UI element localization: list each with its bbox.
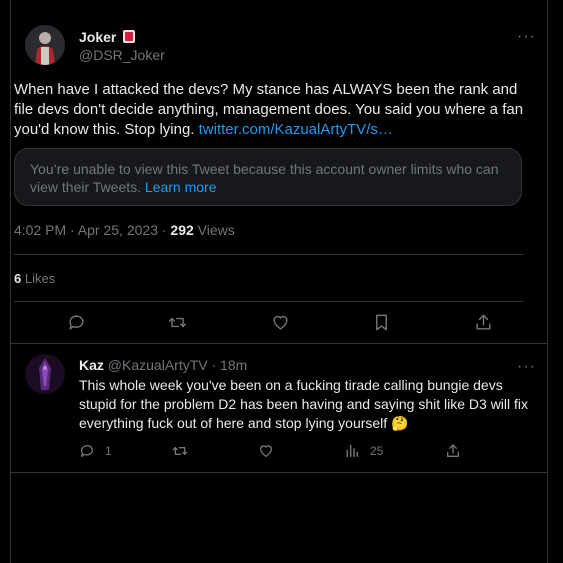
learn-more-link[interactable]: Learn more	[145, 179, 217, 195]
reply-header: Kaz @KazualArtyTV · 18m	[79, 357, 247, 373]
share-icon	[447, 444, 459, 457]
divider	[14, 301, 524, 302]
share-icon[interactable]	[471, 310, 495, 334]
divider	[14, 254, 524, 255]
author-display-name[interactable]: Joker	[79, 29, 116, 45]
share-action[interactable]	[445, 443, 461, 459]
reply-text: This whole week you've been on a fucking…	[79, 377, 529, 431]
more-icon[interactable]: ···	[517, 359, 536, 375]
divider	[10, 472, 548, 473]
reply-icon[interactable]	[64, 310, 88, 334]
views-icon	[346, 444, 359, 458]
kaz-avatar[interactable]	[25, 354, 65, 394]
heart-icon[interactable]	[268, 310, 292, 334]
more-icon[interactable]: ···	[517, 29, 536, 45]
likes-label: Likes	[21, 271, 56, 286]
tweet-timestamp[interactable]: 4:02 PM · Apr 25, 2023 ·	[14, 222, 170, 238]
retweet-icon	[172, 447, 188, 455]
joker-avatar[interactable]	[25, 25, 65, 65]
divider	[10, 343, 548, 344]
like-action[interactable]	[258, 443, 274, 459]
author-handle[interactable]: @DSR_Joker	[79, 47, 165, 63]
likes-stat[interactable]: 6 Likes	[14, 271, 55, 286]
reply-icon	[80, 445, 93, 457]
reply-views-count: 25	[370, 444, 384, 458]
reply-author-name[interactable]: Kaz	[79, 357, 104, 373]
heart-icon	[260, 445, 272, 457]
tweet-text: When have I attacked the devs? My stance…	[14, 80, 524, 140]
unavailable-notice-text: You’re unable to view this Tweet because…	[30, 161, 499, 195]
views-label: Views	[193, 222, 235, 238]
retweet-icon[interactable]	[165, 310, 189, 334]
bookmark-icon[interactable]	[369, 310, 393, 334]
views-action[interactable]: 25	[344, 443, 383, 459]
reply-action[interactable]: 1	[79, 443, 112, 459]
reply-author-handle[interactable]: @KazualArtyTV · 18m	[108, 357, 247, 373]
author-flair-icon	[122, 30, 135, 43]
author-name[interactable]: Joker	[79, 29, 135, 47]
views-count: 292	[170, 222, 194, 238]
retweet-action[interactable]	[172, 443, 188, 459]
tweet-link[interactable]: twitter.com/KazualArtyTV/s…	[199, 121, 393, 138]
unavailable-quote-card: You’re unable to view this Tweet because…	[14, 148, 522, 206]
reply-count: 1	[105, 444, 112, 458]
tweet-metadata: 4:02 PM · Apr 25, 2023 · 292 Views	[14, 222, 235, 238]
